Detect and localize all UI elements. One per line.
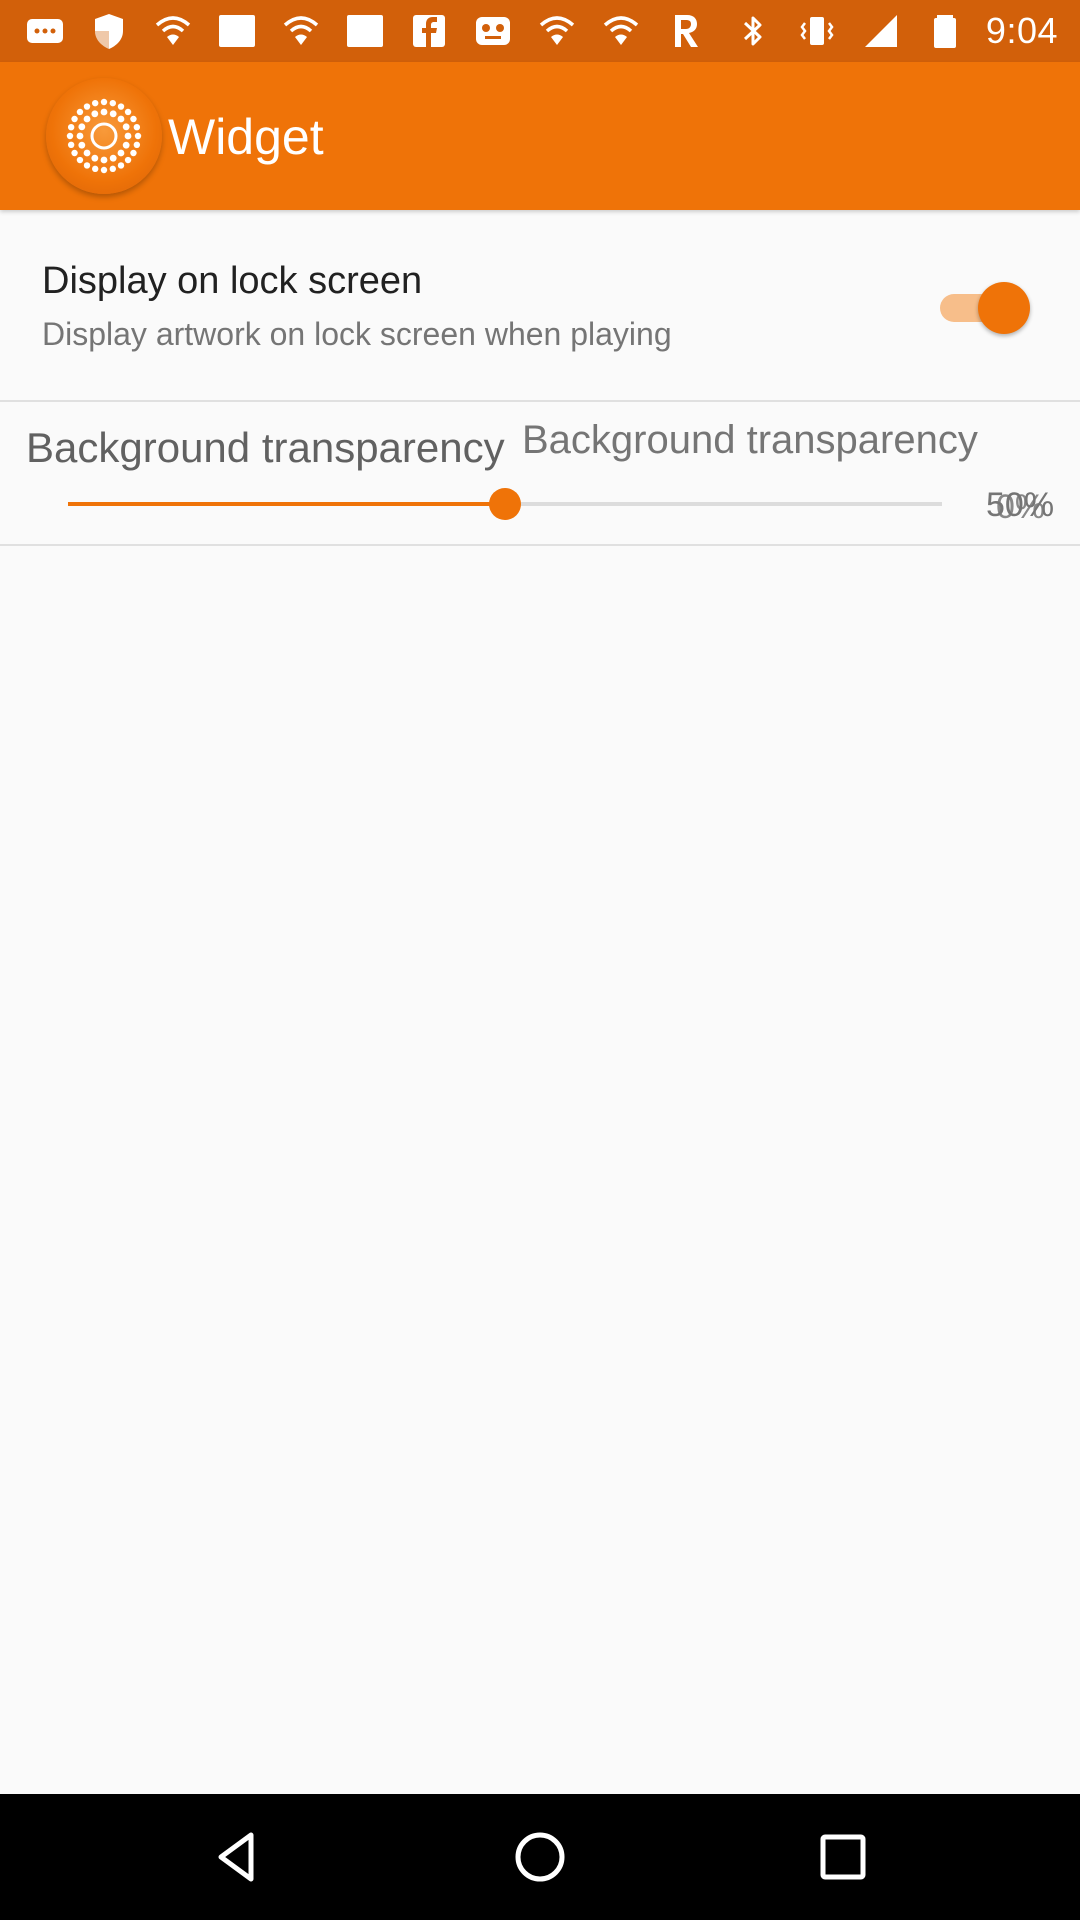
wifi-icon [278,11,324,51]
game-controller-icon [470,11,516,51]
navigation-bar [0,1794,1080,1920]
back-icon[interactable] [207,1827,267,1887]
messages-icon [22,11,68,51]
bluetooth-icon [730,11,776,51]
system-icons: 9:04 [730,10,1058,52]
home-icon[interactable] [510,1827,570,1887]
transparency-slider[interactable] [68,488,942,520]
recents-icon[interactable] [813,1827,873,1887]
status-time: 9:04 [985,10,1058,51]
toggle-thumb [978,282,1030,334]
wifi-icon [534,11,580,51]
facebook-icon [406,11,452,51]
lock-screen-preference[interactable]: Display on lock screen Display artwork o… [0,210,1080,400]
shield-icon [86,11,132,51]
signal-icon [858,11,904,51]
app-logo-icon [46,78,162,194]
vibrate-icon [794,11,840,51]
status-bar: 9:04 [0,0,1080,62]
page-title: Widget [168,109,324,165]
transparency-value-overlap: 0% [996,488,1046,526]
transparency-title-overlap: Background transparency [522,418,978,462]
transparency-preference[interactable]: Background transparency Background trans… [0,402,1080,544]
slider-fill [68,502,505,506]
wifi-icon [598,11,644,51]
divider [0,544,1080,546]
wifi-icon [150,11,196,51]
battery-icon [922,11,968,51]
lock-screen-toggle[interactable] [940,278,1030,336]
slider-thumb[interactable] [489,488,521,520]
r-app-icon [662,11,708,51]
notification-icons [22,10,708,52]
lock-screen-summary: Display artwork on lock screen when play… [42,316,672,352]
lock-screen-title: Display on lock screen [42,260,423,302]
transparency-title: Background transparency [26,424,505,471]
white-square-icon [342,11,388,51]
app-bar: Widget [0,62,1080,210]
white-square-icon [214,11,260,51]
